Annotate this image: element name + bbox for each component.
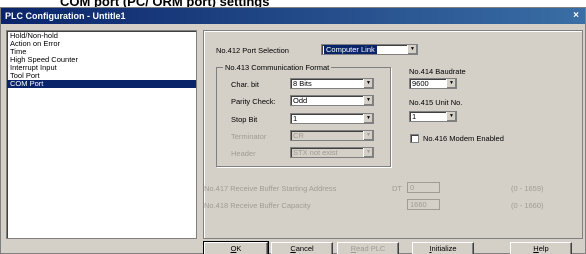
communication-format-group: No.413 Communication Format Char. bit 8 … (216, 63, 391, 167)
receive-buffer-capacity-range: (0 - 1660) (511, 201, 544, 210)
chevron-down-icon: ▼ (363, 131, 373, 140)
receive-buffer-start-label: No.417 Receive Buffer Starting Address (204, 184, 337, 193)
terminator-value: CR (293, 131, 304, 140)
port-selection-dropdown[interactable]: Computer Link ▼ (321, 44, 418, 55)
parity-check-value: Odd (293, 96, 308, 105)
plc-configuration-dialog: PLC Configuration - Untitle1 × Hold/Non-… (0, 7, 586, 254)
stop-bit-dropdown[interactable]: 1 ▼ (290, 113, 374, 124)
sidebar-item-action-on-error[interactable]: Action on Error (7, 40, 196, 48)
receive-buffer-start-range: (0 - 1659) (511, 184, 544, 193)
chevron-down-icon: ▼ (363, 148, 373, 157)
modem-enabled-checkbox[interactable] (410, 134, 419, 143)
receive-buffer-capacity-value: 1660 (410, 200, 427, 209)
terminator-dropdown: CR ▼ (290, 130, 374, 141)
modem-enabled-label: No.416 Modem Enabled (423, 134, 504, 143)
chevron-down-icon[interactable]: ▼ (363, 114, 373, 123)
char-bit-value: 8 Bits (293, 79, 312, 88)
receive-buffer-start-value: 0 (410, 183, 415, 192)
com-port-settings-panel: No.412 Port Selection Computer Link ▼ No… (203, 30, 583, 239)
ok-button[interactable]: OK (203, 241, 269, 254)
communication-format-title: No.413 Communication Format (223, 63, 332, 72)
sidebar-item-com-port[interactable]: COM Port (7, 80, 196, 88)
unit-no-value: 1 (412, 112, 417, 121)
window-title: PLC Configuration - Untitle1 (5, 11, 126, 21)
receive-buffer-start-prefix: DT (392, 184, 402, 193)
chevron-down-icon[interactable]: ▼ (446, 112, 456, 121)
baudrate-label: No.414 Baudrate (409, 67, 466, 76)
title-bar: PLC Configuration - Untitle1 × (1, 8, 585, 24)
ok-label: K (236, 244, 242, 253)
baudrate-value: 9600 (412, 79, 429, 88)
parity-check-label: Parity Check: (231, 97, 276, 106)
cancel-button[interactable]: Cancel (271, 242, 333, 254)
chevron-down-icon[interactable]: ▼ (446, 79, 456, 88)
close-icon[interactable]: × (569, 9, 583, 22)
terminator-label: Terminator (231, 132, 267, 141)
header-dropdown: STX not exist ▼ (290, 147, 374, 158)
cancel-label: ancel (295, 244, 314, 253)
unit-no-label: No.415 Unit No. (409, 98, 463, 107)
stop-bit-label: Stop Bit (231, 115, 258, 124)
help-button[interactable]: Help (510, 242, 572, 254)
parity-check-dropdown[interactable]: Odd ▼ (290, 95, 374, 106)
read-plc-button: Read PLC (337, 242, 399, 254)
char-bit-dropdown[interactable]: 8 Bits ▼ (290, 78, 374, 89)
receive-buffer-start-input: 0 (407, 182, 440, 193)
chevron-down-icon[interactable]: ▼ (363, 79, 373, 88)
baudrate-dropdown[interactable]: 9600 ▼ (409, 78, 457, 89)
port-selection-value: Computer Link (324, 45, 377, 54)
receive-buffer-capacity-input: 1660 (407, 199, 440, 210)
char-bit-label: Char. bit (231, 80, 259, 89)
header-label: Header (231, 149, 256, 158)
receive-buffer-capacity-label: No.418 Receive Buffer Capacity (204, 201, 311, 210)
initialize-button[interactable]: Initialize (412, 242, 474, 254)
chevron-down-icon[interactable]: ▼ (363, 96, 373, 105)
settings-category-list[interactable]: Hold/Non-hold Action on Error Time High … (6, 30, 197, 239)
unit-no-dropdown[interactable]: 1 ▼ (409, 111, 457, 122)
header-value: STX not exist (293, 148, 338, 157)
help-label: elp (538, 244, 549, 253)
port-selection-label: No.412 Port Selection (216, 46, 289, 55)
initialize-label: nitialize (431, 244, 457, 253)
read-plc-label: ead PLC (356, 244, 386, 253)
chevron-down-icon[interactable]: ▼ (407, 45, 417, 54)
stop-bit-value: 1 (293, 114, 298, 123)
